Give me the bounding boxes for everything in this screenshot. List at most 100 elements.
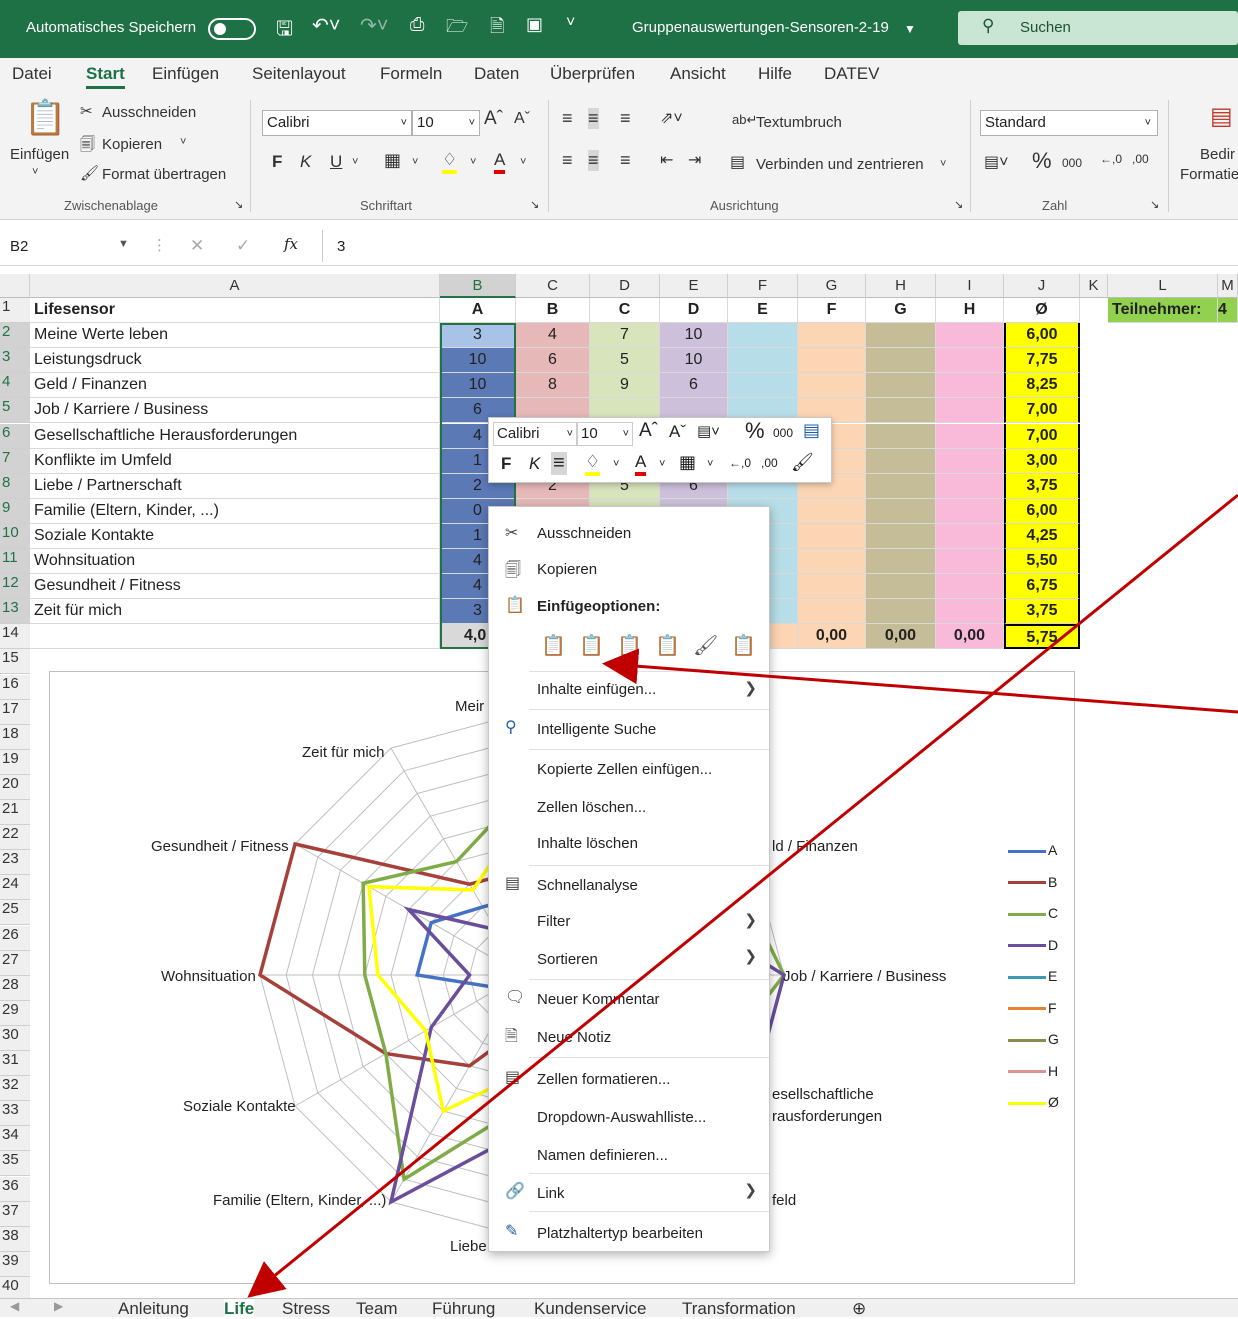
bold-button[interactable]: F bbox=[272, 152, 282, 172]
decrease-indent-icon[interactable]: ⇤ bbox=[660, 150, 673, 170]
fill-color-icon[interactable]: ♢ bbox=[442, 150, 458, 174]
new-file-icon[interactable]: 🗎 bbox=[490, 14, 504, 44]
tab-ansicht[interactable]: Ansicht bbox=[670, 64, 726, 84]
row-label[interactable]: Zeit für mich bbox=[30, 599, 440, 625]
font-name-combo[interactable]: Calibri ˅ bbox=[262, 110, 412, 136]
header-cell[interactable]: B bbox=[516, 298, 590, 323]
paste-icon[interactable]: 📋 bbox=[541, 633, 566, 658]
alignment-launcher-icon[interactable]: ↘ bbox=[954, 198, 963, 211]
paste-formatting-icon[interactable]: 🖌 bbox=[693, 633, 718, 658]
tab-hilfe[interactable]: Hilfe bbox=[758, 64, 792, 84]
column-header[interactable]: F bbox=[728, 274, 798, 298]
formula-input[interactable]: 3 bbox=[322, 230, 1238, 262]
cell-h[interactable] bbox=[866, 373, 936, 399]
align-right-icon[interactable]: ≡ bbox=[620, 150, 631, 171]
total-f[interactable]: 0,00 bbox=[798, 624, 866, 650]
cell-f[interactable] bbox=[728, 323, 798, 349]
total-g[interactable]: 0,00 bbox=[866, 624, 936, 650]
cell-e[interactable]: 10 bbox=[660, 323, 728, 349]
row-header[interactable]: 34 bbox=[0, 1126, 30, 1152]
currency-icon[interactable]: ▤˅ bbox=[984, 152, 1008, 172]
row-header[interactable]: 22 bbox=[0, 825, 30, 851]
image-icon[interactable]: ▣ bbox=[526, 14, 543, 35]
number-format-combo[interactable]: Standard ˅ bbox=[980, 110, 1158, 136]
search-box[interactable]: ⚲ Suchen bbox=[958, 11, 1238, 45]
cancel-icon[interactable]: ✕ bbox=[190, 236, 204, 256]
menu-item-paste-special[interactable]: Inhalte einfügen... ❯ bbox=[489, 671, 769, 707]
cell-g[interactable] bbox=[798, 348, 866, 374]
print-preview-icon[interactable]: ⎙ bbox=[410, 14, 424, 35]
row-label[interactable]: Familie (Eltern, Kinder, ...) bbox=[30, 498, 440, 524]
row-header[interactable]: 13 bbox=[0, 599, 30, 625]
cell-d[interactable]: 9 bbox=[590, 373, 660, 399]
cell-h[interactable] bbox=[866, 599, 936, 625]
sheet-tab-team[interactable]: Team bbox=[356, 1299, 398, 1319]
cell-g[interactable] bbox=[798, 373, 866, 399]
cell-average[interactable]: 5,50 bbox=[1004, 549, 1080, 574]
row-label[interactable]: Soziale Kontakte bbox=[30, 523, 440, 549]
cell-b[interactable]: 10 bbox=[440, 348, 516, 374]
tab-datei[interactable]: Datei bbox=[12, 64, 52, 84]
menu-item-delete-cells[interactable]: Zellen löschen... bbox=[489, 789, 769, 825]
copy-dropdown-icon[interactable]: ˅ bbox=[180, 136, 186, 148]
total-h[interactable]: 0,00 bbox=[936, 624, 1004, 650]
paste-formulas-icon[interactable]: 📋 bbox=[617, 633, 642, 658]
cell-h[interactable] bbox=[866, 448, 936, 474]
row-header[interactable]: 31 bbox=[0, 1051, 30, 1076]
row-label[interactable]: Geld / Finanzen bbox=[30, 373, 440, 399]
conditional-format-label-1[interactable]: Bedir bbox=[1200, 146, 1235, 163]
paste-button[interactable]: Einfügen bbox=[10, 146, 69, 163]
header-cell[interactable]: Ø bbox=[1004, 298, 1080, 323]
total-average[interactable]: 5,75 bbox=[1004, 624, 1080, 650]
row-label[interactable]: Gesundheit / Fitness bbox=[30, 574, 440, 600]
cell-e[interactable]: 10 bbox=[660, 348, 728, 374]
merge-center-button[interactable]: Verbinden und zentrieren bbox=[756, 156, 924, 173]
column-header[interactable]: M bbox=[1218, 274, 1238, 298]
undo-icon[interactable]: ↶˅ bbox=[312, 13, 340, 38]
row-header[interactable]: 21 bbox=[0, 800, 30, 825]
row-header[interactable]: 38 bbox=[0, 1226, 30, 1252]
row-header[interactable]: 32 bbox=[0, 1076, 30, 1102]
row-label[interactable]: Liebe / Partnerschaft bbox=[30, 473, 440, 499]
cell-g[interactable] bbox=[798, 323, 866, 349]
sheet-tab-anleitung[interactable]: Anleitung bbox=[118, 1299, 189, 1319]
mini-thousands-button[interactable]: 000 bbox=[773, 426, 793, 440]
insert-function-button[interactable]: fx bbox=[284, 235, 298, 253]
cell-i[interactable] bbox=[936, 448, 1004, 474]
cell-h[interactable] bbox=[866, 549, 936, 574]
mini-bold-button[interactable]: F bbox=[501, 454, 511, 474]
header-cell-lifesensor[interactable]: Lifesensor bbox=[30, 298, 440, 323]
paste-dropdown-icon[interactable]: ˅ bbox=[32, 166, 38, 178]
row-header[interactable]: 2 bbox=[0, 323, 30, 349]
decrease-decimal-icon[interactable]: ,00 bbox=[761, 456, 778, 470]
cell-i[interactable] bbox=[936, 323, 1004, 349]
cell-d[interactable]: 5 bbox=[590, 348, 660, 374]
cell-average[interactable]: 7,75 bbox=[1004, 348, 1080, 374]
tab-seitenlayout[interactable]: Seitenlayout bbox=[252, 64, 346, 84]
mini-percent-button[interactable]: % bbox=[745, 418, 765, 444]
cell-g[interactable] bbox=[798, 523, 866, 549]
sheet-tab-stress[interactable]: Stress bbox=[282, 1299, 330, 1319]
menu-item-copy[interactable]: 🗐 Kopieren bbox=[489, 551, 769, 587]
tab-daten[interactable]: Daten bbox=[474, 64, 519, 84]
cell-i[interactable] bbox=[936, 523, 1004, 549]
menu-item-cut[interactable]: ✂ Ausschneiden bbox=[489, 515, 769, 551]
row-label[interactable] bbox=[30, 624, 440, 650]
align-middle-icon[interactable]: ≡ bbox=[588, 108, 599, 129]
cell-average[interactable]: 6,75 bbox=[1004, 574, 1080, 600]
row-header[interactable]: 35 bbox=[0, 1151, 30, 1177]
percent-button[interactable]: % bbox=[1032, 148, 1052, 174]
scroll-right-icon[interactable]: ▶ bbox=[54, 1299, 63, 1313]
increase-font-icon[interactable]: Aˆ bbox=[639, 420, 658, 442]
redo-icon[interactable]: ↷˅ bbox=[360, 13, 388, 38]
cell-d[interactable]: 7 bbox=[590, 323, 660, 349]
tab-datev[interactable]: DATEV bbox=[824, 64, 879, 84]
header-cell[interactable]: F bbox=[798, 298, 866, 323]
cell-average[interactable]: 3,00 bbox=[1004, 448, 1080, 474]
sheet-tab-transformation[interactable]: Transformation bbox=[682, 1299, 796, 1319]
wrap-text-button[interactable]: Textumbruch bbox=[756, 114, 842, 131]
row-header[interactable]: 17 bbox=[0, 699, 30, 725]
cell-h[interactable] bbox=[866, 523, 936, 549]
scroll-left-icon[interactable]: ◀ bbox=[10, 1299, 19, 1313]
cell-c[interactable]: 4 bbox=[516, 323, 590, 349]
